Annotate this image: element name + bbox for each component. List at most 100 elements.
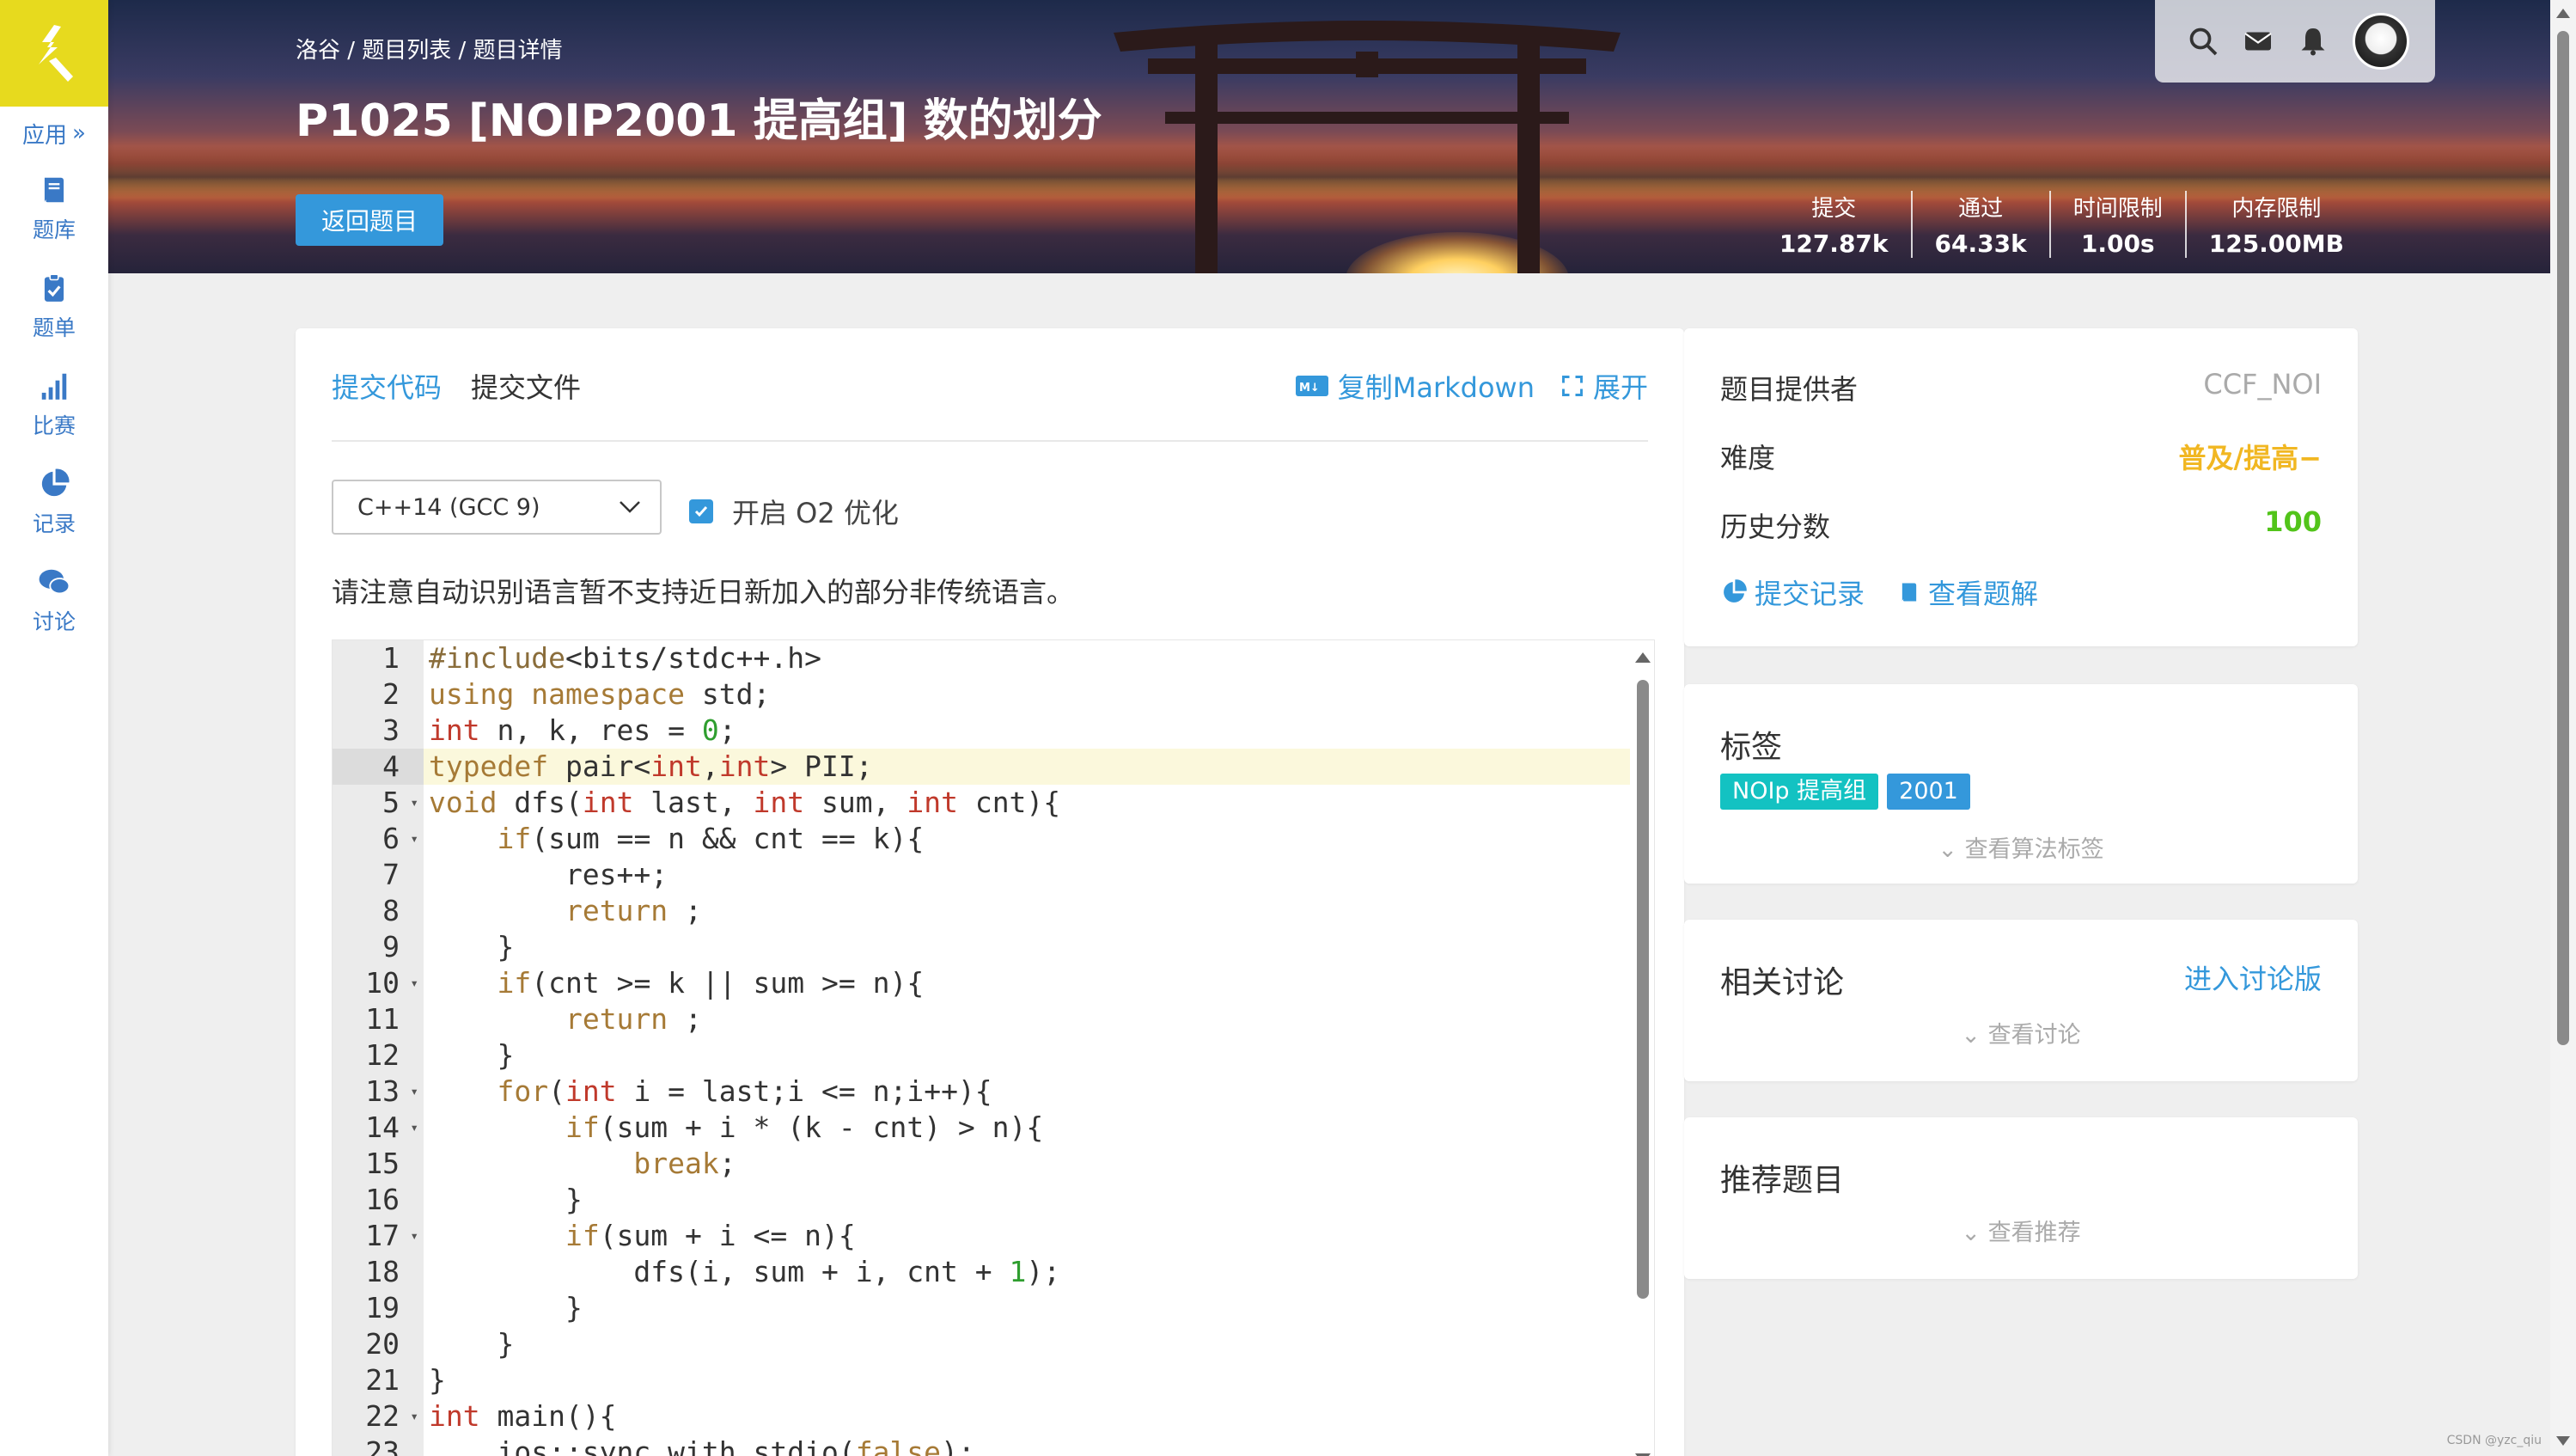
provider-value[interactable]: CCF_NOI — [2203, 368, 2322, 407]
tab-submit-code[interactable]: 提交代码 — [332, 366, 442, 406]
language-select[interactable]: C++14 (GCC 9) — [332, 480, 662, 535]
code-line[interactable]: } — [424, 1362, 1630, 1398]
code-editor[interactable]: 1234567891011121314151617181920212223 #i… — [332, 639, 1655, 1456]
show-discussions-label: 查看讨论 — [1987, 1022, 2081, 1049]
stat-value: 125.00MB — [2208, 229, 2344, 258]
line-number[interactable]: 13 — [333, 1074, 424, 1110]
copy-markdown-button[interactable]: M↓ 复制Markdown — [1295, 366, 1535, 406]
code-line[interactable]: return ; — [424, 893, 1630, 929]
submission-records-label: 提交记录 — [1755, 578, 1865, 610]
code-line[interactable]: if(sum + i <= n){ — [424, 1218, 1630, 1254]
breadcrumb[interactable]: 洛谷 / 题目列表 / 题目详情 — [296, 33, 563, 64]
language-notice: 请注意自动识别语言暂不支持近日新加入的部分非传统语言。 — [332, 576, 1075, 609]
chevron-down-icon — [620, 501, 640, 513]
line-number[interactable]: 14 — [333, 1110, 424, 1146]
info-links: 提交记录 查看题解 — [1720, 572, 2038, 612]
sidebar-item-contests[interactable]: 比赛 — [0, 356, 108, 454]
show-algorithm-tags[interactable]: ⌄ 查看算法标签 — [1684, 830, 2358, 864]
stat-value: 64.33k — [1934, 229, 2027, 258]
page-scrollbar-thumb[interactable] — [2557, 31, 2569, 1045]
recommend-title: 推荐题目 — [1720, 1163, 1845, 1198]
code-line[interactable]: break; — [424, 1146, 1630, 1182]
code-line[interactable]: } — [424, 929, 1630, 965]
sidebar-item-problems[interactable]: 题库 — [0, 160, 108, 258]
sidebar-item-problem-lists[interactable]: 题单 — [0, 258, 108, 356]
sidebar-item-records[interactable]: 记录 — [0, 454, 108, 552]
show-recommendations[interactable]: ⌄ 查看推荐 — [1684, 1214, 2358, 1247]
scroll-up-arrow-icon[interactable] — [1635, 652, 1651, 663]
code-line[interactable]: #include<bits/stdc++.h> — [424, 640, 1630, 676]
recommend-card: 推荐题目 ⌄ 查看推荐 — [1684, 1117, 2358, 1279]
stat-submissions: 提交 127.87k — [1757, 191, 1911, 258]
line-number: 12 — [365, 1038, 400, 1072]
code-line[interactable]: } — [424, 1182, 1630, 1218]
tag-year[interactable]: 2001 — [1887, 774, 1970, 810]
provider-label: 题目提供者 — [1720, 373, 1859, 406]
markdown-icon: M↓ — [1295, 376, 1328, 396]
editor-scrollbar[interactable] — [1630, 640, 1654, 1456]
code-line[interactable]: typedef pair<int,int> PII; — [424, 749, 1630, 785]
page-scroll-down-icon[interactable] — [2556, 1436, 2570, 1446]
tag-noip[interactable]: NOIp 提高组 — [1720, 774, 1879, 810]
code-line[interactable]: dfs(i, sum + i, cnt + 1); — [424, 1254, 1630, 1290]
line-number-gutter: 1234567891011121314151617181920212223 — [333, 640, 424, 1456]
stat-label: 内存限制 — [2231, 196, 2322, 222]
code-line[interactable]: ios::sync_with_stdio(false); — [424, 1435, 1630, 1456]
code-line[interactable]: } — [424, 1037, 1630, 1074]
scrollbar-thumb[interactable] — [1637, 680, 1649, 1299]
line-number: 8 — [382, 894, 400, 927]
code-area[interactable]: #include<bits/stdc++.h> using namespace s… — [424, 640, 1630, 1456]
code-line-text: void dfs(int last, int sum, int cnt){ — [429, 786, 1061, 819]
code-line[interactable]: } — [424, 1326, 1630, 1362]
code-line[interactable]: int n, k, res = 0; — [424, 713, 1630, 749]
search-icon[interactable] — [2188, 26, 2219, 57]
difficulty-label: 难度 — [1720, 442, 1776, 474]
code-line[interactable]: for(int i = last;i <= n;i++){ — [424, 1074, 1630, 1110]
book-icon — [44, 177, 64, 203]
line-number[interactable]: 17 — [333, 1218, 424, 1254]
sidebar-item-discuss[interactable]: 讨论 — [0, 552, 108, 650]
page-scrollbar[interactable] — [2550, 0, 2576, 1456]
code-line-text: } — [429, 1183, 583, 1216]
o2-option[interactable]: 开启 O2 优化 — [689, 492, 899, 531]
tab-submit-file[interactable]: 提交文件 — [471, 366, 581, 406]
bell-icon[interactable] — [2298, 26, 2329, 57]
line-number[interactable]: 5 — [333, 785, 424, 821]
line-number: 23 — [365, 1435, 400, 1456]
code-line-text: return ; — [565, 894, 702, 927]
show-discussions[interactable]: ⌄ 查看讨论 — [1684, 1016, 2358, 1049]
page-scroll-up-icon[interactable] — [2556, 9, 2570, 18]
apps-menu[interactable]: 应用 » — [0, 107, 108, 160]
view-solutions-link[interactable]: 查看题解 — [1897, 572, 2038, 612]
code-line[interactable]: } — [424, 1290, 1630, 1326]
line-number[interactable]: 22 — [333, 1398, 424, 1435]
luogu-logo[interactable] — [0, 0, 108, 107]
code-line[interactable]: return ; — [424, 1001, 1630, 1037]
tags-title: 标签 — [1720, 730, 1783, 765]
enter-discussion-link[interactable]: 进入讨论版 — [2184, 957, 2322, 997]
sidebar-item-label: 比赛 — [32, 413, 76, 438]
o2-checkbox[interactable] — [689, 499, 713, 523]
expand-icon — [1562, 376, 1583, 396]
code-line[interactable]: int main(){ — [424, 1398, 1630, 1435]
code-line[interactable]: if(sum + i * (k - cnt) > n){ — [424, 1110, 1630, 1146]
show-recommendations-label: 查看推荐 — [1987, 1220, 2081, 1246]
code-line[interactable]: using namespace std; — [424, 676, 1630, 713]
line-number: 11 — [365, 1002, 400, 1036]
code-line[interactable]: void dfs(int last, int sum, int cnt){ — [424, 785, 1630, 821]
avatar[interactable] — [2353, 13, 2409, 70]
expand-button[interactable]: 展开 — [1560, 366, 1648, 406]
line-number: 19 — [365, 1291, 400, 1324]
language-value: C++14 (GCC 9) — [357, 493, 540, 521]
chat-icon — [39, 569, 70, 595]
line-number: 3 — [382, 713, 400, 747]
line-number[interactable]: 10 — [333, 965, 424, 1001]
submission-records-link[interactable]: 提交记录 — [1720, 572, 1865, 612]
code-line[interactable]: if(sum == n && cnt == k){ — [424, 821, 1630, 857]
history-value: 100 — [2264, 505, 2322, 538]
line-number[interactable]: 6 — [333, 821, 424, 857]
code-line[interactable]: res++; — [424, 857, 1630, 893]
back-to-problem-button[interactable]: 返回题目 — [296, 194, 443, 246]
mail-icon[interactable] — [2243, 26, 2274, 57]
code-line[interactable]: if(cnt >= k || sum >= n){ — [424, 965, 1630, 1001]
